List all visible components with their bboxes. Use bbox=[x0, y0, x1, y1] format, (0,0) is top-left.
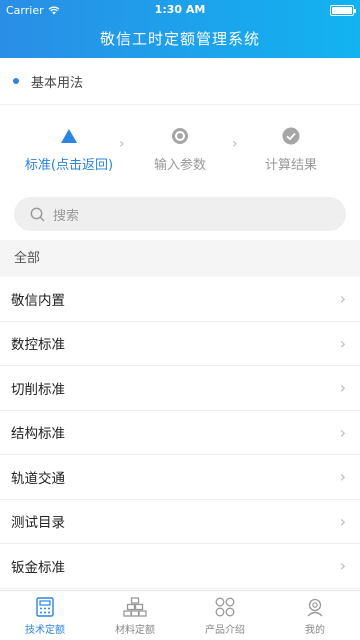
list-item[interactable]: 敬信内置 › bbox=[0, 277, 360, 322]
search-icon bbox=[30, 207, 45, 222]
chevron-right-icon: › bbox=[339, 556, 346, 576]
bullet-dot-icon bbox=[13, 78, 19, 84]
triangle-icon bbox=[61, 129, 77, 143]
step-standard[interactable]: 标准(点击返回) bbox=[14, 126, 124, 173]
grid-icon bbox=[215, 595, 235, 619]
chevron-right-icon: › bbox=[119, 136, 125, 152]
list-item-label: 轨道交通 bbox=[11, 470, 65, 487]
list-item[interactable]: 轨道交通 › bbox=[0, 455, 360, 500]
section-header: 基本用法 bbox=[0, 62, 360, 100]
list-item[interactable]: 数控标准 › bbox=[0, 322, 360, 366]
chevron-right-icon: › bbox=[339, 511, 346, 531]
stack-icon bbox=[123, 595, 147, 619]
section-label: 基本用法 bbox=[31, 75, 84, 91]
app-header: Carrier 1:30 AM 敬信工时定额管理系统 bbox=[0, 0, 360, 58]
list-item-label: 结构标准 bbox=[11, 426, 65, 443]
step-label: 标准(点击返回) bbox=[24, 158, 114, 173]
tab-label: 我的 bbox=[305, 625, 325, 636]
step-label: 输入参数 bbox=[153, 158, 206, 173]
list-item-label: 敬信内置 bbox=[11, 292, 65, 309]
divider bbox=[0, 104, 360, 105]
tab-tech-quota[interactable]: 技术定额 bbox=[0, 591, 90, 640]
radio-circle-icon bbox=[172, 128, 188, 144]
search-input[interactable]: 搜索 bbox=[14, 197, 346, 231]
page-title: 敬信工时定额管理系统 bbox=[99, 30, 260, 48]
step-result: 计算结果 bbox=[236, 126, 346, 173]
step-indicator: 标准(点击返回) › 输入参数 › 计算结果 bbox=[0, 126, 360, 178]
search-placeholder: 搜索 bbox=[53, 208, 80, 224]
list-item[interactable]: 钣金标准 › bbox=[0, 544, 360, 589]
calculator-icon bbox=[36, 595, 54, 619]
clock: 1:30 AM bbox=[154, 3, 206, 16]
tab-product-intro[interactable]: 产品介绍 bbox=[180, 591, 270, 640]
list-item[interactable]: 测试目录 › bbox=[0, 500, 360, 544]
status-bar: Carrier 1:30 AM bbox=[0, 0, 360, 20]
chevron-right-icon: › bbox=[339, 467, 346, 487]
tab-bar: 技术定额 材料定额 产品介绍 我的 bbox=[0, 590, 360, 640]
tab-label: 技术定额 bbox=[25, 625, 65, 636]
step-input-params: 输入参数 bbox=[125, 126, 235, 173]
list-item-label: 切削标准 bbox=[11, 381, 65, 398]
list-item-label: 测试目录 bbox=[11, 515, 65, 532]
list-item[interactable]: 结构标准 › bbox=[0, 411, 360, 455]
battery-icon bbox=[330, 4, 356, 16]
tab-label: 产品介绍 bbox=[205, 625, 245, 636]
standards-list: 敬信内置 › 数控标准 › 切削标准 › 结构标准 › 轨道交通 › 测试目录 › 钣金标准… bbox=[0, 277, 360, 589]
list-header: 全部 bbox=[0, 240, 360, 277]
tab-label: 材料定额 bbox=[115, 625, 155, 636]
user-icon bbox=[305, 595, 325, 619]
chevron-right-icon: › bbox=[339, 422, 346, 442]
list-item[interactable]: 切削标准 › bbox=[0, 366, 360, 411]
list-item-label: 钣金标准 bbox=[11, 559, 65, 576]
step-label: 计算结果 bbox=[264, 158, 317, 173]
chevron-right-icon: › bbox=[339, 333, 346, 353]
list-item-label: 数控标准 bbox=[11, 337, 65, 354]
tab-material-quota[interactable]: 材料定额 bbox=[90, 591, 180, 640]
chevron-right-icon: › bbox=[339, 378, 346, 398]
check-circle-icon bbox=[282, 127, 300, 145]
tab-mine[interactable]: 我的 bbox=[270, 591, 360, 640]
chevron-right-icon: › bbox=[339, 289, 346, 309]
